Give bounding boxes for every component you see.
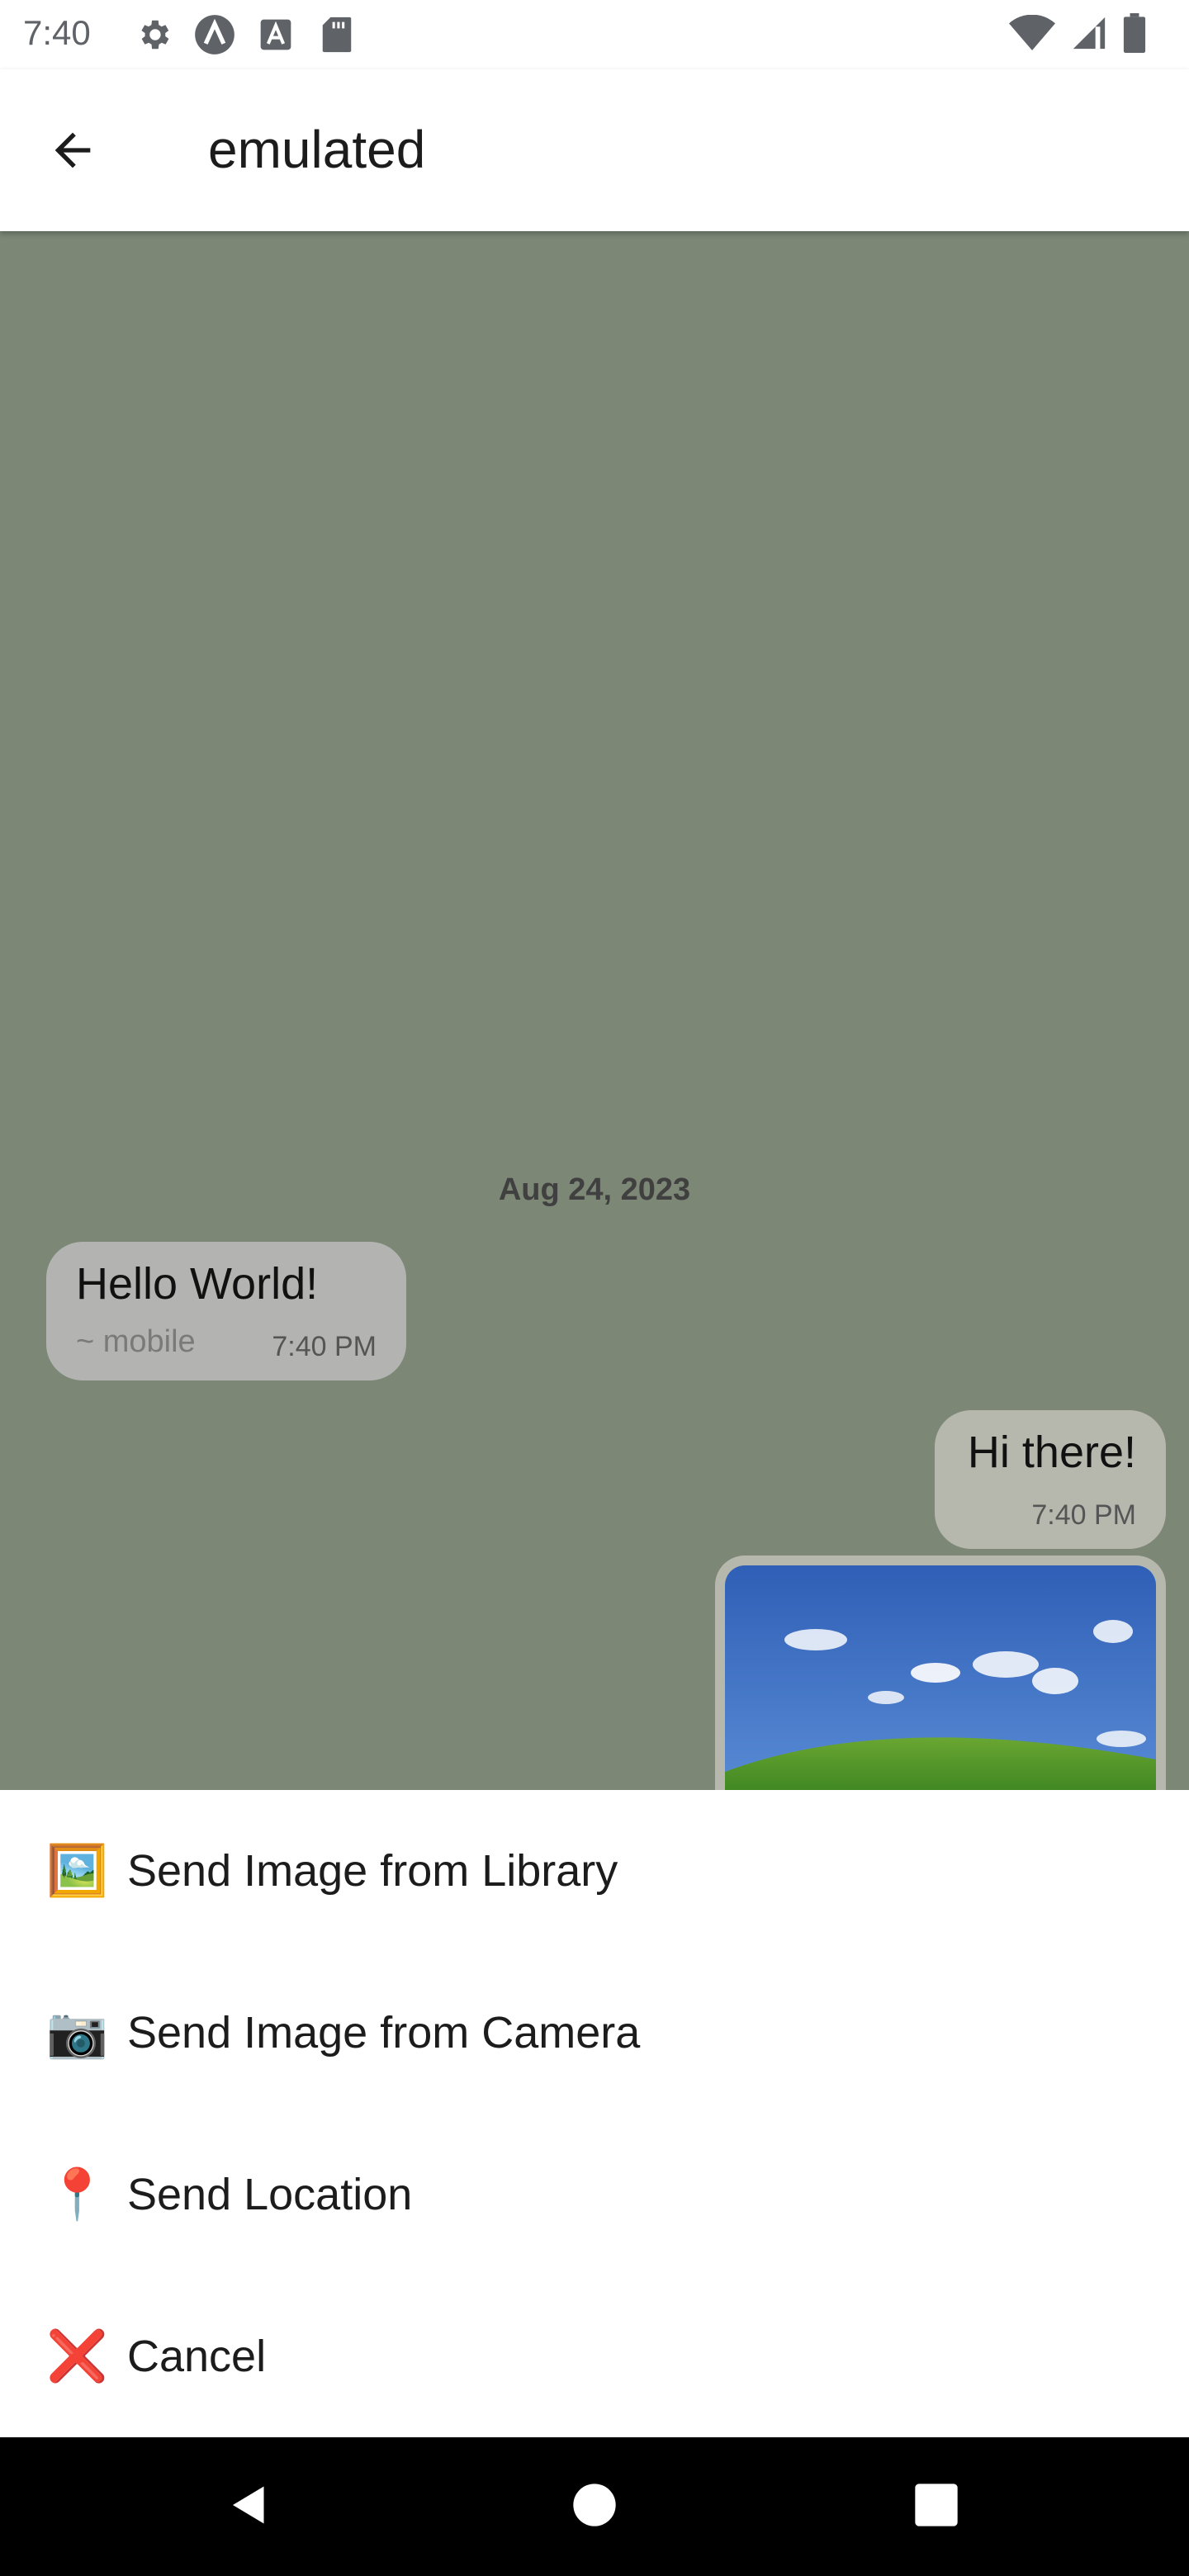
chat-area[interactable]: Aug 24, 2023 Hello World! ~ mobile 7:40 …	[0, 231, 1189, 1790]
send-image-camera-button[interactable]: 📷 Send Image from Camera	[0, 1952, 1189, 2114]
app-bar: emulated	[0, 69, 1189, 231]
sheet-item-label: Cancel	[127, 2332, 267, 2381]
app-icon	[193, 13, 236, 56]
status-bar: 7:40	[0, 0, 1189, 69]
send-location-button[interactable]: 📍 Send Location	[0, 2114, 1189, 2275]
signal-icon	[1070, 14, 1108, 56]
message-time: 7:40 PM	[1031, 1499, 1136, 1531]
sheet-item-label: Send Location	[127, 2170, 413, 2219]
nav-back-button[interactable]	[216, 2474, 282, 2540]
sheet-item-label: Send Image from Library	[127, 1846, 618, 1896]
recents-square-icon	[913, 2482, 959, 2532]
home-circle-icon	[571, 2482, 618, 2532]
status-icons-left	[132, 13, 358, 56]
status-time: 7:40	[23, 13, 91, 52]
outgoing-message-bubble[interactable]: Hi there! 7:40 PM	[935, 1410, 1166, 1549]
back-button[interactable]	[33, 112, 112, 192]
arrow-back-icon	[46, 124, 99, 181]
message-text: Hi there!	[967, 1428, 1136, 1477]
page-title: emulated	[208, 120, 426, 179]
message-text: Hello World!	[76, 1259, 319, 1309]
battery-icon	[1123, 13, 1146, 57]
cancel-button[interactable]: ❌ Cancel	[0, 2275, 1189, 2437]
message-time: 7:40 PM	[272, 1331, 377, 1362]
nav-home-button[interactable]	[561, 2474, 628, 2540]
status-icons-right	[1009, 13, 1146, 57]
sheet-item-label: Send Image from Camera	[127, 2008, 641, 2057]
camera-icon: 📷	[46, 2005, 108, 2060]
settings-icon	[132, 13, 175, 56]
image-message-bubble[interactable]	[715, 1556, 1166, 1790]
wifi-icon	[1009, 14, 1055, 55]
incoming-message-bubble[interactable]: Hello World! ~ mobile 7:40 PM	[46, 1242, 406, 1380]
navigation-bar	[0, 2437, 1189, 2576]
location-pin-icon: 📍	[46, 2166, 108, 2222]
back-triangle-icon	[225, 2480, 274, 2534]
landscape-photo[interactable]	[725, 1565, 1156, 1790]
framed-picture-icon: 🖼️	[46, 1843, 108, 1898]
action-sheet: 🖼️ Send Image from Library 📷 Send Image …	[0, 1790, 1189, 2437]
send-image-library-button[interactable]: 🖼️ Send Image from Library	[0, 1790, 1189, 1952]
sd-card-icon	[315, 13, 358, 56]
font-icon	[254, 13, 297, 56]
message-sender: ~ mobile	[76, 1324, 196, 1359]
nav-recents-button[interactable]	[903, 2474, 969, 2540]
date-separator: Aug 24, 2023	[498, 1172, 691, 1207]
cross-mark-icon: ❌	[46, 2328, 108, 2384]
